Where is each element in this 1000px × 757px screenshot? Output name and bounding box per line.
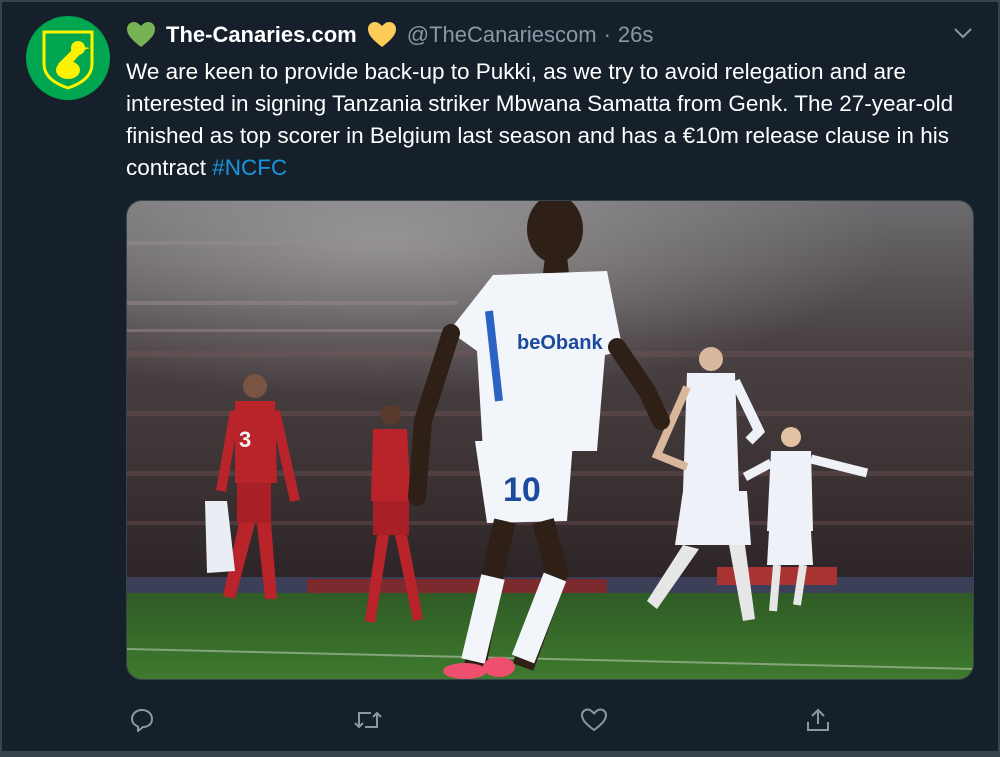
share-icon [807, 708, 829, 731]
separator: · [603, 22, 611, 47]
chevron-down-icon[interactable] [952, 22, 974, 44]
retweet-icon [354, 711, 382, 729]
timestamp[interactable]: 26s [618, 22, 653, 48]
like-icon [581, 708, 607, 731]
reply-button[interactable] [122, 700, 162, 740]
reply-icon [131, 709, 153, 732]
canary-logo [42, 30, 94, 90]
retweet-button[interactable] [348, 700, 388, 740]
svg-text:3: 3 [239, 427, 251, 452]
svg-text:10: 10 [503, 471, 541, 509]
tweet-header: The-Canaries.com @TheCanariescom · 26s [126, 18, 653, 52]
avatar[interactable] [26, 16, 110, 100]
handle[interactable]: @TheCanariescom [407, 22, 597, 48]
like-button[interactable] [574, 700, 614, 740]
green-heart-icon [127, 22, 155, 47]
divider [0, 0, 1000, 2]
yellow-heart-icon [367, 22, 396, 47]
hashtag-link[interactable]: #NCFC [212, 155, 287, 180]
svg-text:beObank: beObank [517, 332, 603, 354]
display-name[interactable]: The-Canaries.com [166, 22, 357, 48]
tweet-text: We are keen to provide back-up to Pukki,… [126, 56, 971, 184]
divider [0, 0, 2, 757]
share-button[interactable] [798, 700, 838, 740]
tweet-actions [0, 700, 1000, 740]
football-photo: 3 beObank 10 [127, 201, 973, 679]
tweet-photo[interactable]: 3 beObank 10 [126, 200, 974, 680]
tweet[interactable]: The-Canaries.com @TheCanariescom · 26s W… [0, 0, 1000, 757]
divider [0, 751, 1000, 757]
